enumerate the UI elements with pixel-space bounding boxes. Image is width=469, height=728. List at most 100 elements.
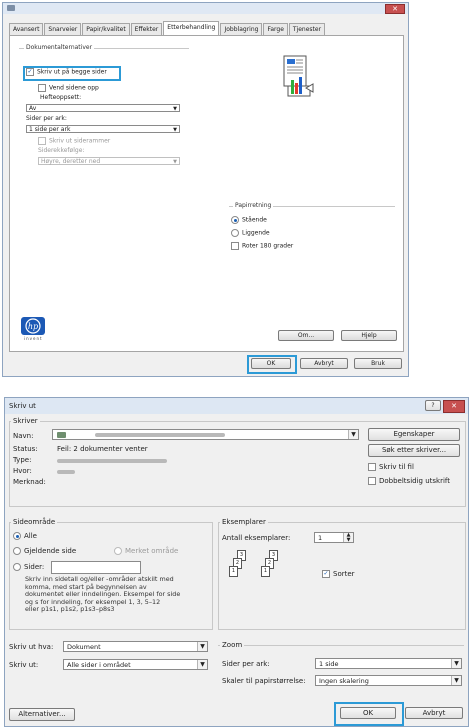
checkbox-checked-icon: ✓ (26, 68, 34, 76)
rotate-180-checkbox[interactable]: Roter 180 grader (231, 242, 293, 250)
close-button[interactable]: ✕ (385, 4, 405, 14)
where-value-redacted (57, 470, 75, 474)
dialog-title: Skriv ut (9, 402, 36, 410)
flip-pages-up-label: Vend sidene opp (49, 84, 99, 92)
checkbox-icon (368, 477, 376, 485)
checkbox-icon (38, 84, 46, 92)
print-to-file-checkbox[interactable]: Skriv til fil (368, 463, 414, 471)
svg-text:hp: hp (28, 322, 38, 331)
chevron-down-icon: ▼ (173, 159, 177, 165)
page-order-value: Høyre, deretter ned (41, 158, 101, 165)
scale-label: Skaler til papirstørrelse: (222, 677, 306, 685)
pages-label: Sider: (24, 563, 45, 571)
portrait-label: Stående (242, 216, 267, 224)
radio-icon (231, 229, 239, 237)
pages-help-text: Skriv inn sidetall og/eller -områder ats… (25, 575, 180, 614)
options-button[interactable]: Alternativer... (9, 708, 75, 721)
print-dialog: Skriv ut ? ✕ Skriver Navn: ▼ Egenskaper … (4, 397, 469, 727)
tab-finishing[interactable]: Etterbehandling (163, 21, 220, 35)
portrait-radio[interactable]: Stående (231, 216, 267, 224)
ok-button[interactable]: OK (340, 707, 396, 719)
pps-value: 1 side (319, 660, 339, 668)
print-label: Skriv ut: (9, 661, 39, 669)
cancel-button[interactable]: Avbryt (300, 358, 348, 369)
booklet-layout-value: Av (29, 105, 37, 112)
tab-paper-quality[interactable]: Papir/kvalitet (82, 23, 130, 35)
tab-color[interactable]: Farge (263, 23, 288, 35)
finishing-panel: Dokumentalternativer ✓ Skriv ut på begge … (9, 35, 404, 352)
orientation-label: Papirretning (233, 202, 274, 209)
find-printer-button[interactable]: Søk etter skriver... (368, 444, 460, 457)
title-bar: Skriv ut ? ✕ (5, 398, 468, 414)
properties-button[interactable]: Egenskaper (368, 428, 460, 441)
pages-input[interactable] (51, 561, 141, 574)
spinner-icon[interactable]: ▲ ▼ (343, 533, 353, 543)
landscape-label: Liggende (242, 229, 270, 237)
page-range-label: Sideområde (11, 518, 58, 526)
copies-input[interactable]: 1 ▲ ▼ (314, 532, 354, 543)
close-button[interactable]: ✕ (443, 400, 465, 413)
hp-logo: hp invent (19, 316, 47, 344)
status-value: Feil: 2 dokumenter venter (57, 445, 148, 453)
title-bar: ✕ (3, 3, 408, 14)
zoom-group-label: Zoom (220, 641, 245, 649)
tab-strip: Avansert Snarveier Papir/kvalitet Effekt… (9, 21, 326, 35)
type-label: Type: (13, 456, 32, 464)
page-icon: 1 (261, 566, 270, 577)
document-options-label: Dokumentalternativer (24, 44, 95, 51)
chevron-down-icon: ▼ (197, 660, 207, 669)
selection-radio[interactable]: Merket område (114, 547, 178, 555)
tab-shortcuts[interactable]: Snarveier (44, 23, 82, 35)
name-label: Navn: (13, 432, 34, 440)
printing-preferences-dialog: ✕ Avansert Snarveier Papir/kvalitet Effe… (2, 2, 409, 377)
selection-label: Merket område (125, 547, 179, 555)
checkbox-icon (38, 137, 46, 145)
zoom-group (218, 645, 464, 646)
pages-radio[interactable]: Sider: (13, 563, 44, 571)
page-borders-checkbox[interactable]: Skriv ut siderammer (38, 137, 110, 145)
flip-pages-up-checkbox[interactable]: Vend sidene opp (38, 84, 99, 92)
all-radio[interactable]: Alle (13, 532, 37, 540)
about-button[interactable]: Om... (278, 330, 334, 341)
current-page-radio[interactable]: Gjeldende side (13, 547, 76, 555)
checkbox-icon (231, 242, 239, 250)
print-select[interactable]: Alle sider i området ▼ (63, 659, 208, 670)
apply-button[interactable]: Bruk (354, 358, 402, 369)
chevron-down-icon: ▼ (173, 127, 177, 133)
collate-label: Sorter (333, 570, 355, 578)
radio-selected-icon (231, 216, 239, 224)
collate-checkbox[interactable]: ✓ Sorter (322, 570, 355, 578)
chevron-down-icon: ▼ (451, 676, 461, 685)
chevron-down-icon: ▼ (348, 430, 358, 439)
manual-duplex-label: Dobbeltsidig utskrift (379, 477, 450, 485)
checkbox-icon (368, 463, 376, 471)
print-value: Alle sider i området (67, 661, 131, 669)
ok-button[interactable]: OK (251, 358, 291, 369)
tab-job-storage[interactable]: Jobblagring (220, 23, 263, 35)
printer-name-redacted (95, 433, 225, 437)
scale-select[interactable]: Ingen skalering ▼ (315, 675, 462, 686)
booklet-layout-select[interactable]: Av ▼ (26, 104, 180, 112)
chevron-down-icon: ▼ (451, 659, 461, 668)
help-button[interactable]: ? (425, 400, 441, 411)
printer-name-select[interactable]: ▼ (52, 429, 359, 440)
tab-effects[interactable]: Effekter (130, 23, 163, 35)
manual-duplex-checkbox[interactable]: Dobbeltsidig utskrift (368, 477, 450, 485)
help-button[interactable]: Hjelp (341, 330, 397, 341)
chevron-down-icon: ▼ (197, 642, 207, 651)
radio-icon (13, 547, 21, 555)
print-what-select[interactable]: Dokument ▼ (63, 641, 208, 652)
tab-services[interactable]: Tjenester (288, 23, 326, 35)
tab-advanced[interactable]: Avansert (9, 23, 44, 35)
pages-per-sheet-select[interactable]: 1 side per ark ▼ (26, 125, 180, 133)
pps-select[interactable]: 1 side ▼ (315, 658, 462, 669)
cancel-button[interactable]: Avbryt (405, 707, 463, 719)
landscape-radio[interactable]: Liggende (231, 229, 270, 237)
rotate-180-label: Roter 180 grader (242, 242, 294, 250)
radio-selected-icon (13, 532, 21, 540)
copies-label: Antall eksemplarer: (222, 534, 291, 542)
page-order-select[interactable]: Høyre, deretter ned ▼ (38, 157, 180, 165)
status-label: Status: (13, 445, 38, 453)
print-what-label: Skriv ut hva: (9, 643, 54, 651)
print-both-sides-checkbox[interactable]: ✓ Skriv ut på begge sider (26, 68, 107, 76)
